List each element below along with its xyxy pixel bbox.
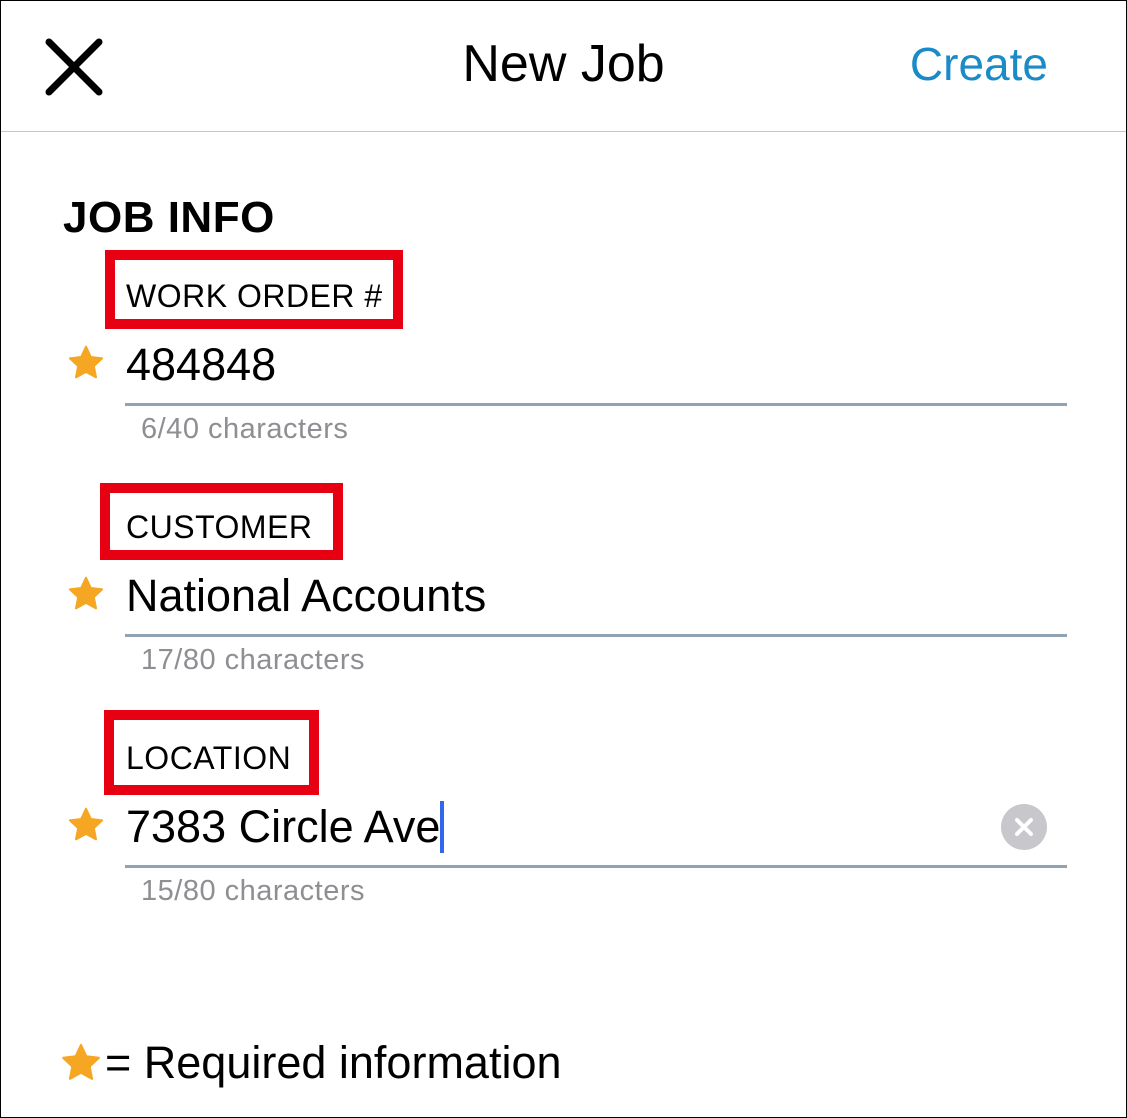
- new-job-screen: New Job Create JOB INFO WORK ORDER # 484…: [0, 0, 1127, 1118]
- location-label: LOCATION: [126, 740, 292, 776]
- work-order-char-counter: 6/40 characters: [141, 413, 349, 445]
- required-star-icon: [68, 576, 104, 610]
- work-order-input[interactable]: 484848: [126, 337, 276, 393]
- close-button[interactable]: [41, 36, 107, 98]
- navigation-bar: New Job Create: [1, 1, 1126, 132]
- location-char-counter: 15/80 characters: [141, 875, 366, 907]
- customer-char-counter: 17/80 characters: [141, 644, 366, 676]
- customer-label: CUSTOMER: [126, 509, 313, 545]
- clear-icon: [1015, 818, 1033, 836]
- create-button[interactable]: Create: [910, 31, 1048, 97]
- work-order-label: WORK ORDER #: [126, 278, 383, 314]
- location-input-text: 7383 Circle Ave: [126, 801, 441, 852]
- text-cursor: [440, 801, 445, 854]
- clear-text-button[interactable]: [1001, 804, 1047, 850]
- customer-underline: [125, 634, 1067, 637]
- close-icon: [45, 38, 103, 96]
- required-legend-text: = Required information: [105, 1037, 562, 1088]
- required-star-icon: [68, 345, 104, 379]
- location-underline: [125, 865, 1067, 868]
- section-title: JOB INFO: [63, 193, 275, 242]
- location-input[interactable]: 7383 Circle Ave: [126, 799, 445, 855]
- customer-input[interactable]: National Accounts: [126, 568, 486, 624]
- required-star-icon: [68, 807, 104, 841]
- star-icon: [62, 1043, 100, 1080]
- work-order-underline: [125, 403, 1067, 406]
